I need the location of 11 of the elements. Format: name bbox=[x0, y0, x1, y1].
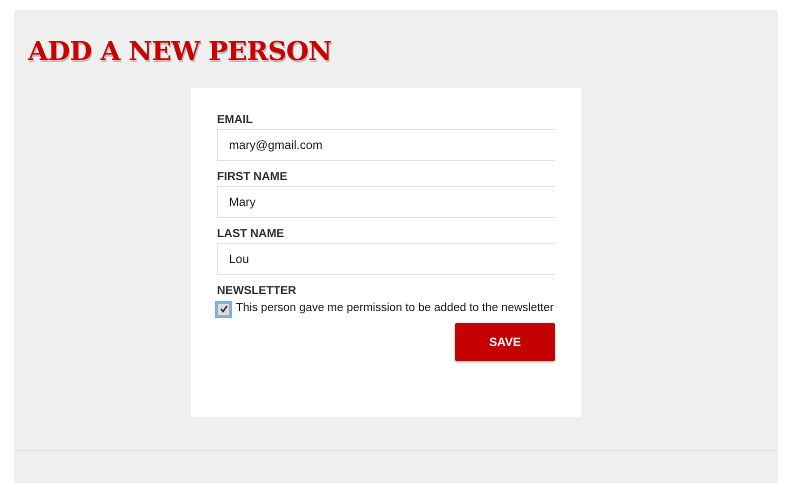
field-label: LAST NAME bbox=[217, 228, 286, 240]
field-label: EMAIL bbox=[217, 114, 254, 126]
field-label: NEWSLETTER bbox=[217, 285, 298, 297]
field-label: FIRST NAME bbox=[217, 171, 288, 183]
input-field[interactable]: Lou bbox=[217, 243, 555, 275]
input-field[interactable]: Mary bbox=[217, 186, 555, 218]
checkbox-label: This person gave me permission to be added to the newsletter bbox=[236, 302, 554, 314]
input-field[interactable]: mary@gmail.com bbox=[217, 129, 555, 161]
page-title: ADD A NEW PERSON bbox=[28, 36, 333, 68]
checkbox[interactable] bbox=[217, 302, 230, 316]
save-button[interactable]: SAVE bbox=[455, 323, 555, 361]
